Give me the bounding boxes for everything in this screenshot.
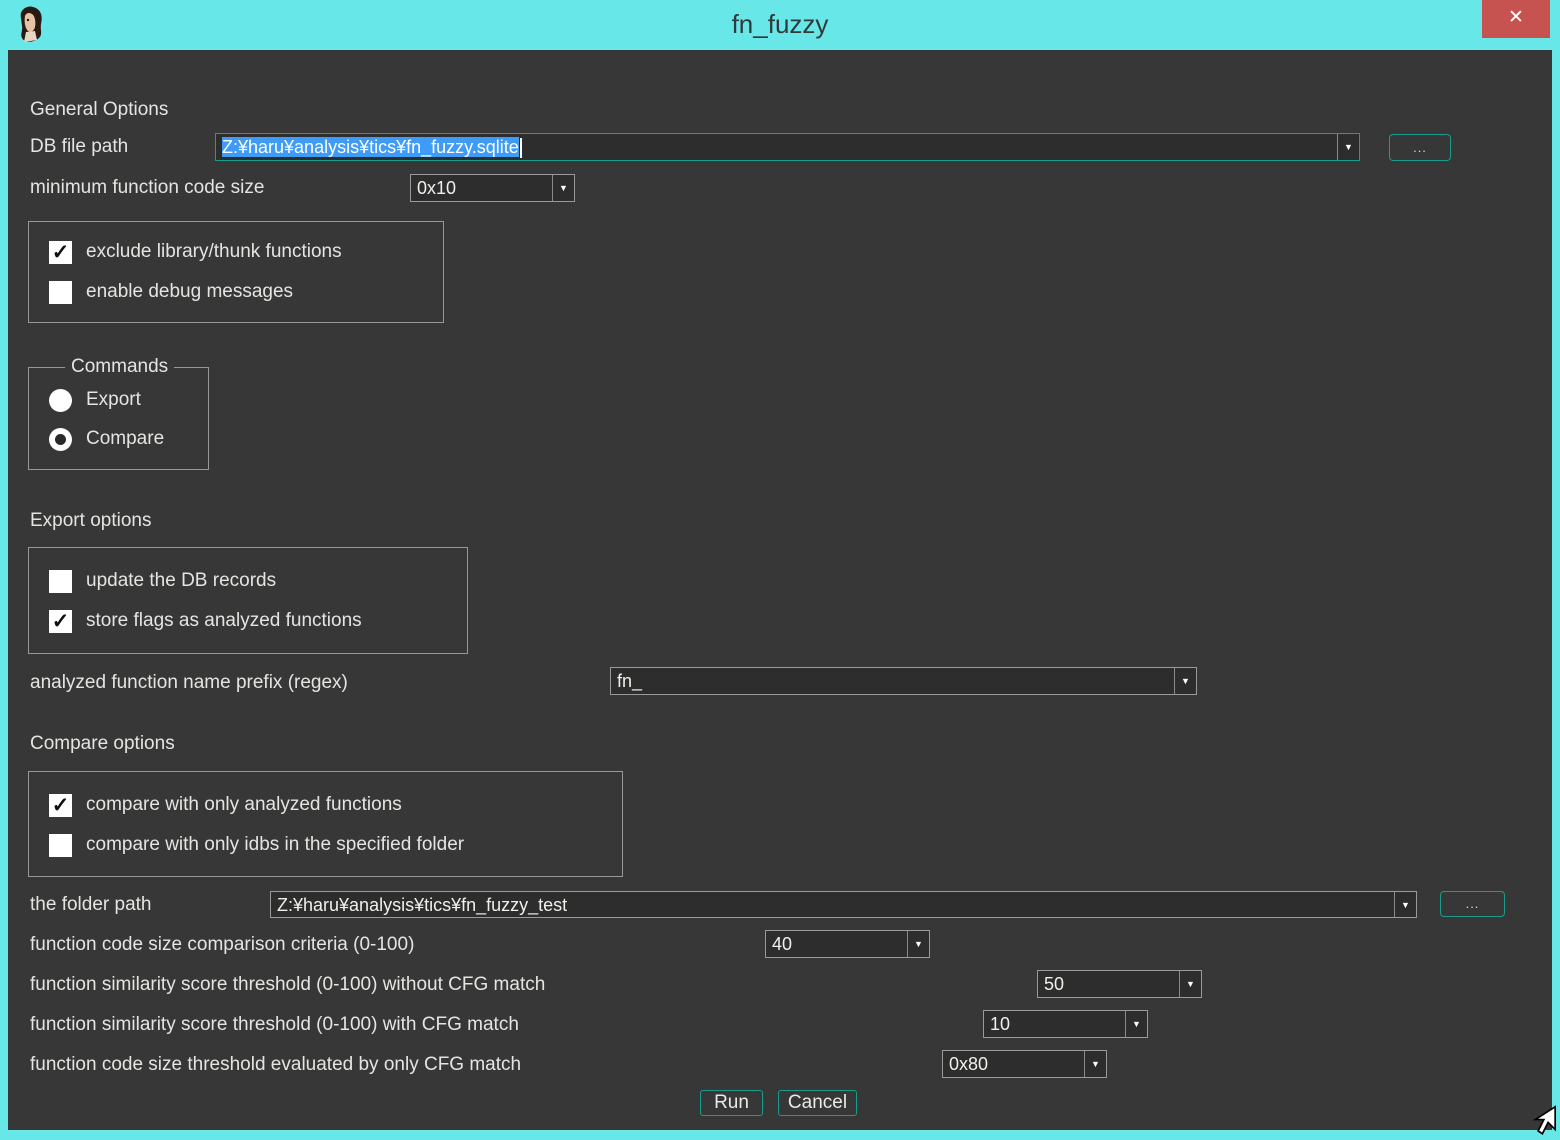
commands-legend: Commands [65, 356, 174, 378]
similarity-with-cfg-label: function similarity score threshold (0-1… [30, 1014, 519, 1036]
folder-path-value[interactable]: Z:¥haru¥analysis¥tics¥fn_fuzzy_test [271, 892, 1394, 917]
export-radio[interactable] [49, 389, 72, 412]
checkbox-row: ✓ exclude library/thunk functions [49, 240, 342, 264]
general-options-heading: General Options [30, 99, 168, 121]
checkbox-row: ✓ enable debug messages [49, 280, 293, 304]
store-flags-checkbox[interactable]: ✓ [49, 610, 72, 633]
min-code-size-label: minimum function code size [30, 177, 264, 199]
commands-group: Commands Export Compare [28, 367, 209, 470]
prefix-label: analyzed function name prefix (regex) [30, 672, 348, 694]
export-radio-label: Export [86, 389, 141, 411]
mouse-cursor [1524, 1104, 1558, 1138]
dropdown-arrow-icon[interactable]: ▼ [1125, 1011, 1147, 1037]
radio-row: Export [49, 388, 141, 412]
compare-analyzed-checkbox[interactable]: ✓ [49, 794, 72, 817]
similarity-without-cfg-label: function similarity score threshold (0-1… [30, 974, 545, 996]
general-checkbox-group: ✓ exclude library/thunk functions ✓ enab… [28, 221, 444, 323]
similarity-without-cfg-value[interactable]: 50 [1038, 971, 1179, 997]
compare-options-group: ✓ compare with only analyzed functions ✓… [28, 771, 623, 877]
run-button[interactable]: Run [700, 1090, 763, 1116]
checkbox-row: ✓ update the DB records [49, 569, 276, 593]
compare-radio-label: Compare [86, 428, 164, 450]
code-size-criteria-label: function code size comparison criteria (… [30, 934, 414, 956]
db-file-path-combobox[interactable]: Z:¥haru¥analysis¥tics¥fn_fuzzy.sqlite ▼ [215, 133, 1360, 161]
folder-path-browse-button[interactable]: ... [1440, 891, 1505, 917]
checkbox-row: ✓ compare with only analyzed functions [49, 793, 402, 817]
dropdown-arrow-icon[interactable]: ▼ [907, 931, 929, 957]
close-icon: ✕ [1508, 7, 1524, 28]
compare-idbs-label: compare with only idbs in the specified … [86, 834, 464, 856]
dropdown-arrow-icon[interactable]: ▼ [1337, 134, 1359, 160]
window-title: fn_fuzzy [0, 0, 1560, 50]
compare-options-heading: Compare options [30, 733, 175, 755]
enable-debug-label: enable debug messages [86, 281, 293, 303]
similarity-with-cfg-value[interactable]: 10 [984, 1011, 1125, 1037]
similarity-with-cfg-combobox[interactable]: 10 ▼ [983, 1010, 1148, 1038]
code-size-threshold-value[interactable]: 0x80 [943, 1051, 1084, 1077]
dropdown-arrow-icon[interactable]: ▼ [1179, 971, 1201, 997]
db-path-browse-button[interactable]: ... [1389, 134, 1451, 161]
exclude-library-checkbox[interactable]: ✓ [49, 241, 72, 264]
update-db-records-label: update the DB records [86, 570, 276, 592]
compare-idbs-checkbox[interactable]: ✓ [49, 834, 72, 857]
dialog-content: General Options DB file path Z:¥haru¥ana… [8, 50, 1552, 1130]
prefix-combobox[interactable]: fn_ ▼ [610, 667, 1197, 695]
exclude-library-label: exclude library/thunk functions [86, 241, 342, 263]
compare-radio[interactable] [49, 428, 72, 451]
selected-text: Z:¥haru¥analysis¥tics¥fn_fuzzy.sqlite [222, 137, 519, 157]
db-file-path-label: DB file path [30, 136, 128, 158]
code-size-criteria-value[interactable]: 40 [766, 931, 907, 957]
close-button[interactable]: ✕ [1482, 0, 1550, 38]
folder-path-combobox[interactable]: Z:¥haru¥analysis¥tics¥fn_fuzzy_test ▼ [270, 891, 1417, 918]
prefix-value[interactable]: fn_ [611, 668, 1174, 694]
checkmark-icon: ✓ [52, 611, 70, 632]
db-file-path-value[interactable]: Z:¥haru¥analysis¥tics¥fn_fuzzy.sqlite [216, 134, 1337, 160]
dropdown-arrow-icon[interactable]: ▼ [1394, 892, 1416, 917]
export-options-group: ✓ update the DB records ✓ store flags as… [28, 547, 468, 654]
titlebar[interactable]: fn_fuzzy ✕ [0, 0, 1560, 50]
app-window: fn_fuzzy ✕ General Options DB file path … [0, 0, 1560, 1140]
code-size-criteria-combobox[interactable]: 40 ▼ [765, 930, 930, 958]
min-code-size-value[interactable]: 0x10 [411, 175, 552, 201]
dropdown-arrow-icon[interactable]: ▼ [1084, 1051, 1106, 1077]
checkmark-icon: ✓ [52, 242, 70, 263]
folder-path-label: the folder path [30, 894, 151, 916]
export-options-heading: Export options [30, 510, 151, 532]
checkbox-row: ✓ compare with only idbs in the specifie… [49, 833, 464, 857]
similarity-without-cfg-combobox[interactable]: 50 ▼ [1037, 970, 1202, 998]
update-db-records-checkbox[interactable]: ✓ [49, 570, 72, 593]
min-code-size-combobox[interactable]: 0x10 ▼ [410, 174, 575, 202]
radio-row: Compare [49, 427, 164, 451]
store-flags-label: store flags as analyzed functions [86, 610, 362, 632]
checkbox-row: ✓ store flags as analyzed functions [49, 609, 362, 633]
cancel-button[interactable]: Cancel [778, 1090, 857, 1116]
text-caret [520, 138, 522, 158]
checkmark-icon: ✓ [52, 795, 70, 816]
compare-analyzed-label: compare with only analyzed functions [86, 794, 402, 816]
code-size-threshold-label: function code size threshold evaluated b… [30, 1054, 521, 1076]
enable-debug-checkbox[interactable]: ✓ [49, 281, 72, 304]
dropdown-arrow-icon[interactable]: ▼ [552, 175, 574, 201]
dropdown-arrow-icon[interactable]: ▼ [1174, 668, 1196, 694]
code-size-threshold-combobox[interactable]: 0x80 ▼ [942, 1050, 1107, 1078]
